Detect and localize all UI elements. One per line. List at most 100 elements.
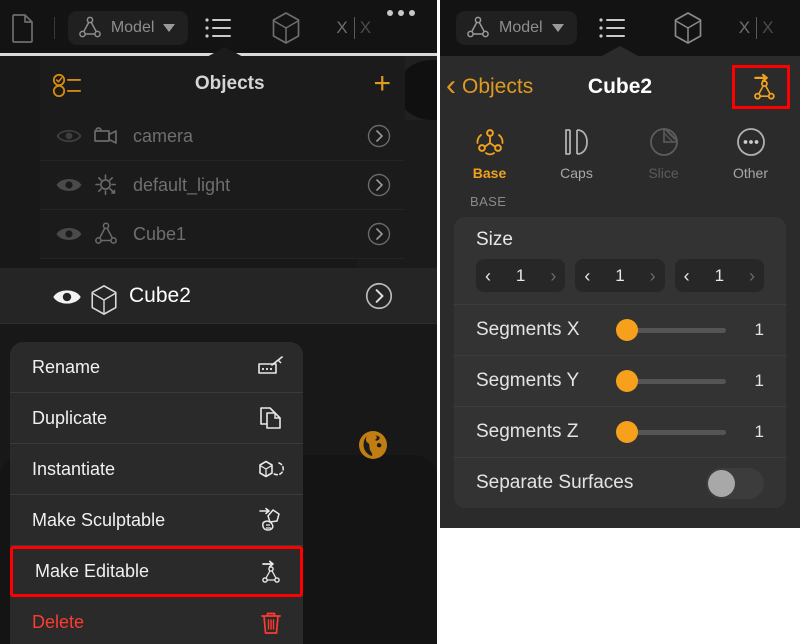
property-value: 1 — [754, 320, 764, 339]
chevron-down-icon — [551, 24, 564, 32]
slider-knob[interactable] — [616, 319, 638, 341]
chevron-left-icon[interactable]: ‹ — [584, 267, 590, 285]
slice-pie-icon — [648, 125, 680, 159]
cube-view-button[interactable] — [250, 0, 321, 56]
menu-item-delete[interactable]: Delete — [10, 597, 303, 644]
size-value-x: 1 — [515, 265, 526, 285]
menu-item-duplicate[interactable]: Duplicate — [10, 393, 303, 444]
slider-knob[interactable] — [616, 421, 638, 443]
chevron-right-icon[interactable] — [367, 222, 391, 246]
property-label: Segments Z — [476, 421, 579, 442]
menu-item-make-editable[interactable]: Make Editable — [10, 546, 303, 597]
tab-caps[interactable]: Caps — [533, 118, 620, 188]
chevron-down-icon — [163, 24, 176, 32]
property-value: 1 — [754, 371, 764, 390]
list-item[interactable]: camera — [40, 112, 405, 161]
menu-item-label: Make Sculptable — [32, 509, 166, 530]
segments-y-slider[interactable] — [616, 370, 726, 392]
objects-header: Objects + — [40, 56, 405, 112]
property-value: 1 — [754, 422, 764, 441]
menu-item-instantiate[interactable]: Instantiate — [10, 444, 303, 495]
app-root: Model X X Objects + camera default_light… — [0, 0, 800, 644]
camera-icon — [92, 123, 120, 149]
menu-item-label: Make Editable — [35, 561, 150, 581]
mesh-triangle-icon — [92, 221, 120, 247]
segments-z-slider[interactable] — [616, 421, 726, 443]
slider-knob[interactable] — [616, 370, 638, 392]
make-editable-icon — [745, 72, 777, 102]
trash-icon — [257, 610, 285, 636]
list-item-label: Cube1 — [133, 223, 187, 244]
mode-chip[interactable]: Model — [456, 0, 577, 56]
list-item[interactable]: default_light — [40, 161, 405, 210]
document-icon — [10, 13, 36, 43]
property-row-separate-surfaces: Separate Surfaces — [454, 457, 786, 508]
mode-chip-label: Model — [499, 19, 543, 36]
list-icon — [204, 15, 234, 41]
globe-icon[interactable] — [358, 430, 388, 460]
chevron-right-icon[interactable] — [367, 124, 391, 148]
eye-hidden-icon[interactable] — [56, 126, 82, 146]
menu-item-label: Duplicate — [32, 407, 108, 428]
menu-item-label: Delete — [32, 612, 85, 632]
segments-x-slider[interactable] — [616, 319, 726, 341]
eye-icon[interactable] — [56, 175, 82, 195]
size-group: Size ‹ 1 › ‹ 1 › ‹ 1 › — [454, 217, 786, 304]
make-editable-button[interactable] — [732, 65, 790, 109]
tab-base[interactable]: Base — [446, 118, 533, 188]
slider-track — [624, 378, 726, 384]
list-item-label: default_light — [133, 174, 231, 195]
tab-slice[interactable]: Slice — [620, 118, 707, 188]
base-node-icon — [472, 125, 508, 159]
separate-surfaces-toggle[interactable] — [706, 467, 764, 499]
right-toolbar: Model X X — [440, 0, 800, 57]
menu-item-label: Rename — [32, 356, 101, 377]
chevron-right-icon[interactable] — [367, 173, 391, 197]
list-icon — [598, 15, 628, 41]
caps-icon — [561, 125, 593, 159]
right-nav-bar: ‹ Objects Cube2 — [440, 56, 800, 118]
list-item[interactable]: Cube1 — [40, 210, 405, 259]
back-button[interactable]: ‹ Objects — [446, 70, 534, 101]
cube-icon — [269, 10, 303, 46]
chevron-left-icon[interactable]: ‹ — [485, 267, 491, 285]
size-stepper-z[interactable]: ‹ 1 › — [674, 259, 764, 292]
objects-panel: Objects + camera default_light Cube1 Cub… — [0, 56, 437, 324]
make-editable-icon — [254, 559, 282, 585]
menu-item-rename[interactable]: Rename — [10, 342, 303, 393]
tab-label: Slice — [648, 165, 679, 181]
list-item-selected[interactable]: Cube2 — [0, 268, 437, 324]
menu-item-make-sculptable[interactable]: Make Sculptable — [10, 495, 303, 546]
cube-view-button[interactable] — [649, 0, 727, 56]
more-dots-icon — [387, 10, 415, 16]
chevron-right-icon[interactable] — [365, 282, 393, 310]
mesh-triangle-icon — [466, 16, 490, 40]
context-menu: Rename Duplicate Instantiate Make Sculpt… — [10, 342, 303, 644]
size-value-y: 1 — [615, 265, 625, 285]
chevron-left-icon[interactable]: ‹ — [684, 267, 690, 285]
objects-panel-title: Objects — [194, 73, 265, 94]
other-dots-icon — [735, 125, 767, 159]
sculpt-icon — [257, 507, 285, 533]
chevron-right-icon[interactable]: › — [749, 267, 755, 285]
eye-icon[interactable] — [56, 224, 82, 244]
tab-other[interactable]: Other — [707, 118, 794, 188]
eye-icon[interactable] — [52, 286, 81, 306]
light-icon — [92, 172, 120, 198]
file-button[interactable] — [0, 0, 47, 56]
mirror-button[interactable]: XX — [321, 0, 387, 56]
add-object-button[interactable]: + — [373, 69, 391, 99]
mode-chip[interactable]: Model — [67, 0, 189, 56]
chevron-right-icon[interactable]: › — [650, 267, 656, 285]
chevron-right-icon[interactable]: › — [550, 267, 556, 285]
back-button-label: Objects — [462, 75, 534, 98]
property-label: Segments Y — [476, 370, 580, 391]
size-stepper-x[interactable]: ‹ 1 › — [476, 259, 566, 292]
filter-checklist-icon[interactable] — [52, 73, 86, 97]
overflow-menu-button[interactable] — [387, 0, 415, 56]
mirror-button[interactable]: XX — [727, 0, 787, 56]
tab-label: Other — [732, 165, 768, 181]
size-steppers: ‹ 1 › ‹ 1 › ‹ 1 › — [454, 259, 786, 292]
right-panel: Model X X ‹ Objects Cube2 Base Caps Slic… — [440, 0, 800, 528]
size-stepper-y[interactable]: ‹ 1 › — [575, 259, 665, 292]
